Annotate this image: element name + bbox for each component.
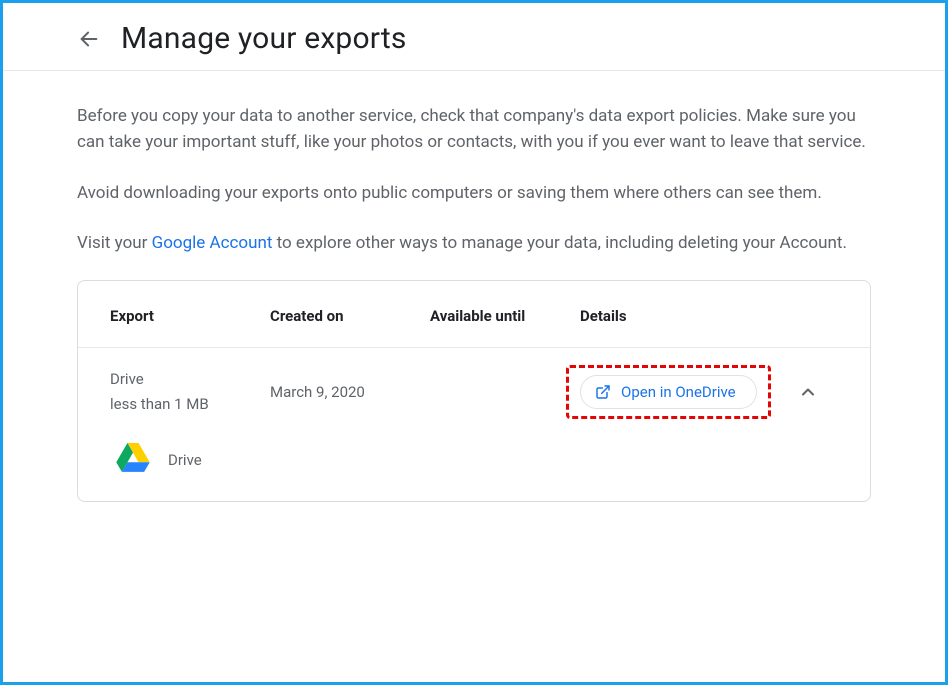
open-in-onedrive-button[interactable]: Open in OneDrive	[580, 375, 757, 409]
google-account-link[interactable]: Google Account	[152, 233, 273, 253]
chevron-up-icon	[798, 382, 818, 402]
intro-paragraph-1: Before you copy your data to another ser…	[77, 103, 871, 156]
back-arrow-icon[interactable]	[77, 27, 101, 51]
intro-paragraph-2: Avoid downloading your exports onto publ…	[77, 180, 871, 206]
table-row: Drive less than 1 MB March 9, 2020 Open …	[78, 348, 870, 437]
intro-paragraph-3: Visit your Google Account to explore oth…	[77, 230, 871, 256]
export-detail-row: Drive	[78, 437, 870, 501]
open-button-label: Open in OneDrive	[621, 383, 736, 401]
col-details: Details	[580, 307, 778, 327]
google-drive-icon	[116, 443, 150, 477]
product-name: Drive	[168, 451, 202, 469]
collapse-toggle[interactable]	[778, 382, 838, 402]
export-name: Drive	[110, 370, 270, 388]
details-cell: Open in OneDrive	[580, 375, 778, 409]
page-title: Manage your exports	[121, 21, 407, 56]
created-on-cell: March 9, 2020	[270, 382, 430, 403]
col-available-until: Available until	[430, 307, 580, 327]
external-link-icon	[595, 384, 611, 400]
content-area: Before you copy your data to another ser…	[3, 71, 945, 502]
export-cell: Drive less than 1 MB	[110, 370, 270, 415]
page-header: Manage your exports	[3, 3, 945, 71]
col-export: Export	[110, 307, 270, 327]
intro-p3-post: to explore other ways to manage your dat…	[272, 233, 847, 253]
table-header: Export Created on Available until Detail…	[78, 281, 870, 348]
col-created-on: Created on	[270, 307, 430, 327]
open-button-highlight-wrapper: Open in OneDrive	[580, 375, 757, 409]
intro-p3-pre: Visit your	[77, 233, 152, 253]
exports-card: Export Created on Available until Detail…	[77, 280, 871, 502]
export-size: less than 1 MB	[110, 394, 270, 415]
